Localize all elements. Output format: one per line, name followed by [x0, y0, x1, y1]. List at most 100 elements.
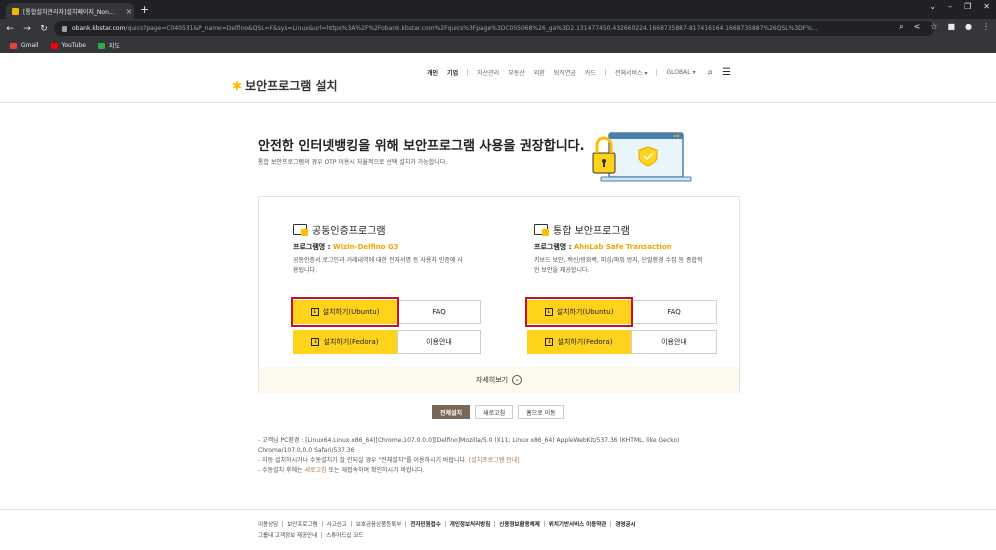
- card-description: 공동인증서 로그인과 거래내역에 대한 전자서명 등 사용자 인증에 사용됩니다…: [293, 257, 463, 274]
- kebab-menu-icon[interactable]: ⋮: [982, 22, 990, 32]
- card-header: 공동인증프로그램: [293, 222, 386, 237]
- highlight-box: [291, 297, 399, 327]
- nav-card[interactable]: 카드: [585, 68, 596, 77]
- nav-personal[interactable]: 개인: [427, 68, 438, 77]
- action-buttons: 전체설치 새로고침 홈으로 이동: [432, 405, 564, 419]
- bookmark-label: 지도: [108, 43, 120, 50]
- bookmark-gmail[interactable]: Gmail: [10, 42, 39, 49]
- bookmark-label: YouTube: [61, 42, 86, 49]
- note-line: - 자동 설치하시거나 수동설치가 잘 안되실 경우 "전체설치"를 이용하시기…: [258, 456, 728, 466]
- security-laptop-illustration: [592, 132, 692, 182]
- page-content: ✱ 보안프로그램 설치 개인 기업 자산관리 부동산 외환 퇴직연금 카드 전체…: [0, 53, 996, 550]
- program-label: 프로그램명 :: [534, 243, 574, 251]
- share-icon[interactable]: <: [914, 22, 921, 32]
- logo[interactable]: ✱ 보안프로그램 설치: [232, 77, 338, 94]
- footer-link[interactable]: 전자민원접수: [410, 520, 440, 528]
- hamburger-menu-icon[interactable]: ☰: [722, 67, 731, 78]
- tab-title: [통합설치관리자]설치페이지_Non...: [23, 8, 115, 16]
- install-notes: - 고객님 PC환경 : [Linux64,Linux x86_64][Chro…: [258, 436, 728, 476]
- download-icon: ↓: [311, 338, 320, 346]
- tab-search-icon[interactable]: ⌄: [929, 2, 936, 11]
- gmail-icon: [10, 42, 17, 49]
- note-text: - 수동설치 후에는: [258, 467, 305, 474]
- minimize-icon[interactable]: –: [948, 2, 952, 11]
- close-tab-icon[interactable]: ×: [124, 7, 134, 16]
- maps-icon: [97, 42, 105, 49]
- profile-icon[interactable]: ●: [965, 22, 972, 32]
- nav-business[interactable]: 기업: [447, 68, 458, 77]
- home-button[interactable]: 홈으로 이동: [518, 405, 564, 419]
- bookmark-star-icon[interactable]: ☆: [930, 22, 937, 32]
- nav-pension[interactable]: 퇴직연금: [554, 68, 576, 77]
- bookmark-youtube[interactable]: YouTube: [50, 42, 86, 49]
- footer-link[interactable]: 이용상담: [258, 520, 278, 528]
- faq-button[interactable]: FAQ: [397, 300, 481, 324]
- button-label: 이용안내: [426, 338, 452, 346]
- install-all-button[interactable]: 전체설치: [432, 405, 471, 419]
- site-footer: 이용상담 보안프로그램 사고신고 보호금융상품등록부 전자민원접수 개인정보처리…: [0, 509, 996, 550]
- faq-button[interactable]: FAQ: [631, 300, 717, 324]
- refresh-link[interactable]: 새로고침: [305, 467, 327, 474]
- card-description: 키보드 보안, 백신/방화벽, 피싱/파밍 방지, 단말환경 수집 등 종합적인…: [534, 257, 703, 274]
- folder-shield-icon: [534, 224, 549, 236]
- toolbar-icons: ⌕ < ☆ ■ ● ⋮: [899, 22, 990, 32]
- lock-icon[interactable]: [62, 25, 67, 32]
- note-line: - 수동설치 후에는 새로고침 또는 재접속하여 확인하시기 바랍니다.: [258, 466, 728, 476]
- footer-link[interactable]: 사고신고: [327, 520, 347, 528]
- footer-link[interactable]: 개인정보처리방침: [450, 520, 490, 528]
- nav-all-services[interactable]: 전체서비스 ▾: [615, 68, 648, 77]
- footer-link[interactable]: 그룹내 고객정보 제공안내: [258, 531, 317, 539]
- guide-button[interactable]: 이용안내: [631, 330, 717, 354]
- note-text: 또는 재접속하여 확인하시기 바랍니다.: [326, 467, 425, 474]
- nav-realestate[interactable]: 부동산: [508, 68, 525, 77]
- button-label: 설치하기(Fedora): [557, 338, 613, 346]
- program-name: WizIn-Delfino G3: [332, 243, 399, 251]
- search-icon[interactable]: ⌕: [707, 67, 713, 78]
- nav-divider: [656, 69, 658, 76]
- refresh-button[interactable]: 새로고침: [475, 405, 514, 419]
- install-guide-link[interactable]: [설치프로그램 안내]: [469, 457, 520, 464]
- highlight-box: [525, 297, 633, 327]
- back-icon[interactable]: ←: [3, 24, 17, 34]
- page-title: 보안프로그램 설치: [245, 79, 338, 93]
- forward-icon[interactable]: →: [20, 24, 34, 34]
- program-cards: 공동인증프로그램 프로그램명 : WizIn-Delfino G3 공동인증서 …: [258, 196, 740, 393]
- bookmarks-bar: Gmail YouTube 지도: [0, 38, 996, 53]
- sidebar-icon[interactable]: ■: [947, 22, 955, 32]
- folder-icon: [293, 224, 308, 236]
- more-details-label: 자세히보기: [475, 376, 509, 384]
- footer-link[interactable]: 스튜어드십 코드: [326, 531, 363, 539]
- footer-link[interactable]: 보안프로그램: [287, 520, 317, 528]
- kb-favicon-icon: [12, 7, 19, 15]
- restore-icon[interactable]: ❐: [964, 2, 971, 11]
- url-input[interactable]: obank.kbstar.com /quics?page=C040531&P_n…: [54, 21, 934, 36]
- footer-link[interactable]: 위치기반서비스 이용약관: [549, 520, 607, 528]
- more-details-bar[interactable]: 자세히보기 ⌄: [259, 367, 739, 393]
- zoom-icon[interactable]: ⌕: [899, 22, 903, 32]
- nav-global[interactable]: GLOBAL ▾: [666, 69, 695, 76]
- install-fedora-button[interactable]: ↓ 설치하기(Fedora): [527, 330, 631, 354]
- install-fedora-button[interactable]: ↓ 설치하기(Fedora): [293, 330, 397, 354]
- reload-icon[interactable]: ↻: [37, 24, 51, 34]
- new-tab-icon[interactable]: +: [140, 3, 149, 16]
- nav-asset[interactable]: 자산관리: [477, 68, 499, 77]
- card-header: 통합 보안프로그램: [534, 222, 630, 237]
- address-bar-row: ← → ↻ obank.kbstar.com /quics?page=C0405…: [0, 19, 996, 38]
- browser-tab[interactable]: [통합설치관리자]설치페이지_Non... ×: [6, 3, 134, 19]
- footer-link[interactable]: 보호금융상품등록부: [356, 520, 402, 528]
- guide-button[interactable]: 이용안내: [397, 330, 481, 354]
- site-header: ✱ 보안프로그램 설치 개인 기업 자산관리 부동산 외환 퇴직연금 카드 전체…: [0, 53, 996, 103]
- footer-link[interactable]: 경영공시: [615, 520, 635, 528]
- url-path: /quics?page=C040531&P_name=Delfino&QSL=F…: [125, 25, 818, 32]
- bookmark-maps[interactable]: 지도: [97, 41, 120, 50]
- window-controls: ⌄ – ❐ ✕: [929, 2, 990, 11]
- cert-program-card: 공동인증프로그램 프로그램명 : WizIn-Delfino G3 공동인증서 …: [259, 197, 499, 394]
- nav-forex[interactable]: 외환: [534, 68, 545, 77]
- nav-divider: [604, 69, 606, 76]
- security-program-card: 통합 보안프로그램 프로그램명 : AhnLab Safe Transactio…: [500, 197, 740, 394]
- card-title: 통합 보안프로그램: [553, 226, 630, 237]
- url-host: obank.kbstar.com: [72, 25, 126, 32]
- close-window-icon[interactable]: ✕: [983, 2, 990, 11]
- program-name-line: 프로그램명 : WizIn-Delfino G3: [293, 242, 399, 252]
- footer-link[interactable]: 신용정보활용체제: [499, 520, 539, 528]
